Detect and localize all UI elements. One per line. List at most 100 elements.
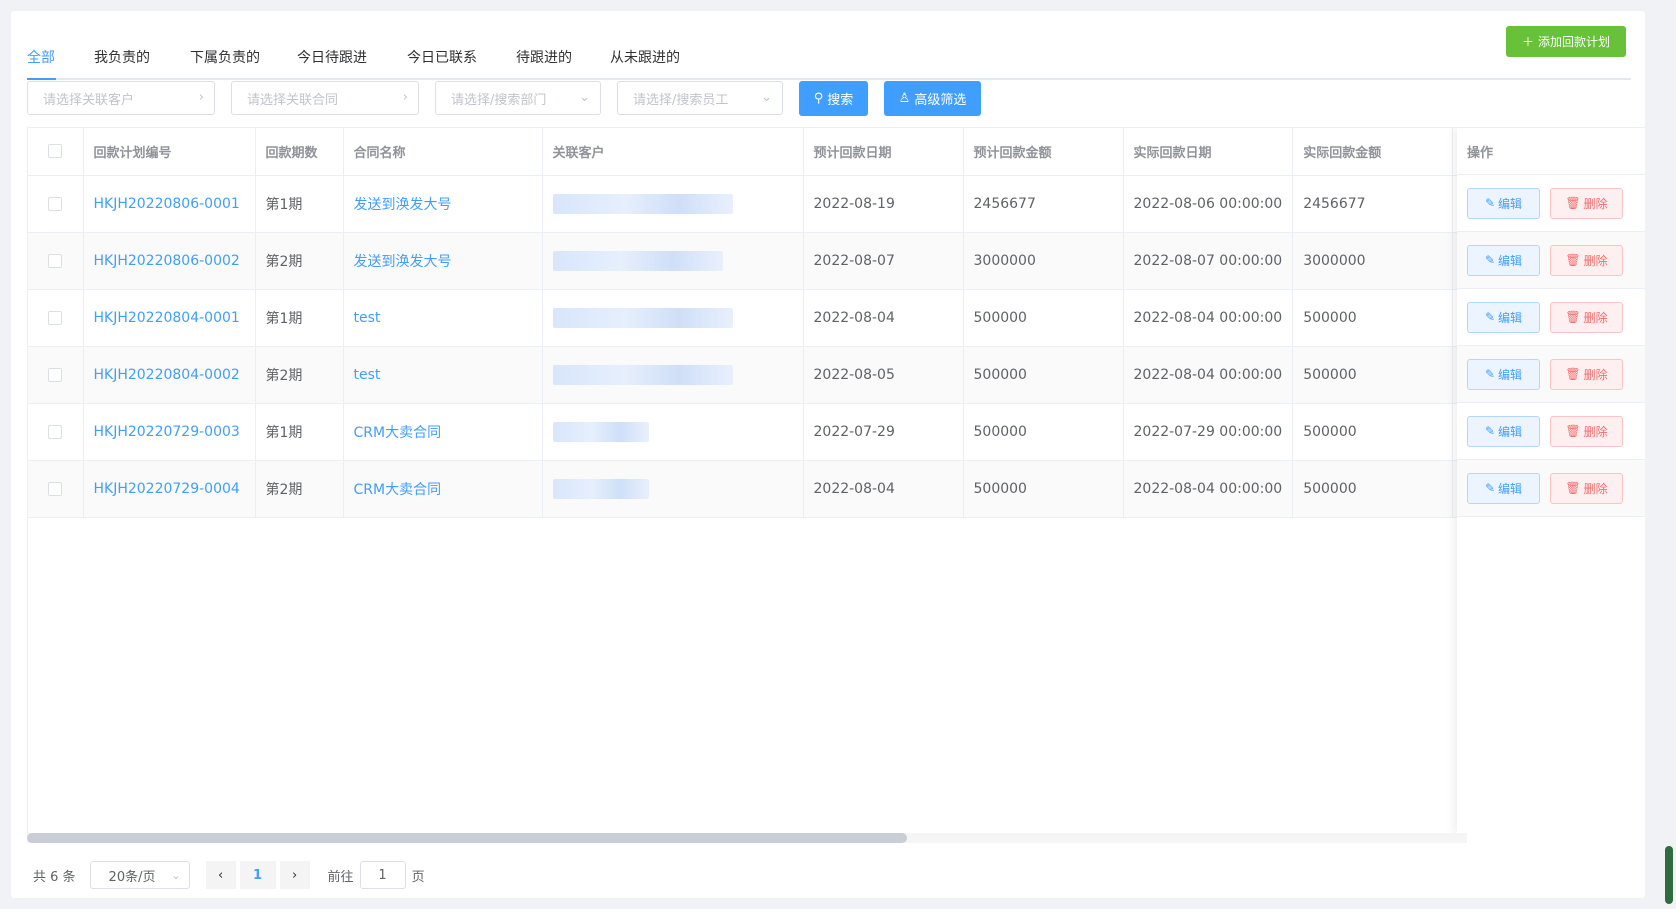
plan-no-link[interactable]: HKJH20220806-0002 [94,253,240,269]
trash-icon: 🗑 [1565,196,1581,210]
actual-amount-cell: 500000 [1292,460,1454,518]
total-count: 共 6 条 [33,869,76,885]
edit-button[interactable]: ✎ 编辑 [1467,415,1540,447]
expected-date-cell: 2022-08-19 [803,175,964,233]
contract-link[interactable]: test [354,310,381,326]
tab-today-pending[interactable]: 今日待跟进 [297,47,367,67]
select-all-checkbox[interactable] [48,144,63,159]
delete-button[interactable]: 🗑 删除 [1550,301,1623,333]
row-checkbox[interactable] [48,367,63,382]
active-tab-indicator [27,78,56,80]
plan-no-link[interactable]: HKJH20220804-0001 [94,310,240,326]
tab-all[interactable]: 全部 [27,47,55,67]
contract-link[interactable]: 发送到涣发大号 [354,197,452,213]
department-select[interactable]: 请选择/搜索部门 ⌄ [435,81,601,115]
contract-cell: 发送到涣发大号 [343,175,543,233]
delete-button[interactable]: 🗑 删除 [1550,244,1623,276]
goto-page-input[interactable]: 1 [359,861,406,889]
column-header[interactable]: 预计回款日期 [803,128,964,176]
contract-link[interactable]: CRM大卖合同 [354,425,442,441]
plan-no-cell: HKJH20220806-0002 [83,232,256,290]
row-select-cell [28,175,84,233]
employee-select-placeholder: 请选择/搜索员工 [633,92,729,108]
horizontal-scrollbar[interactable] [27,833,1467,843]
row-select-cell [28,460,84,518]
tab-today-contacted[interactable]: 今日已联系 [407,47,477,67]
plus-icon: ＋ [1521,35,1534,49]
operation-row: ✎ 编辑 🗑 删除 [1457,289,1645,346]
column-header[interactable]: 实际回款日期 [1123,128,1294,176]
trash-icon: 🗑 [1565,367,1581,381]
row-checkbox[interactable] [48,481,63,496]
delete-button[interactable]: 🗑 删除 [1550,358,1623,390]
row-select-cell [28,289,84,347]
edit-button[interactable]: ✎ 编辑 [1467,358,1540,390]
column-header[interactable]: 预计回款金额 [963,128,1124,176]
add-payment-plan-button[interactable]: ＋ 添加回款计划 [1506,26,1626,57]
prev-page-button[interactable]: ‹ [205,861,236,889]
row-checkbox[interactable] [48,310,63,325]
column-header[interactable]: 回款期数 [255,128,344,176]
plan-no-link[interactable]: HKJH20220729-0004 [94,481,240,497]
edit-icon: ✎ [1484,196,1496,210]
column-header[interactable]: 回款计划编号 [83,128,256,176]
employee-select[interactable]: 请选择/搜索员工 ⌄ [617,81,783,115]
edit-label: 编辑 [1498,310,1523,325]
delete-button[interactable]: 🗑 删除 [1550,472,1623,504]
search-button[interactable]: ⚲ 搜索 [799,81,868,116]
edit-label: 编辑 [1498,367,1523,382]
chevron-down-icon: ⌄ [761,90,772,105]
contract-select[interactable]: 请选择关联合同 › [231,81,419,115]
vertical-scrollbar[interactable] [1665,846,1673,904]
tab-subordinate[interactable]: 下属负责的 [190,47,260,67]
expected-amount-cell: 3000000 [963,232,1124,290]
edit-button[interactable]: ✎ 编辑 [1467,472,1540,504]
actual-amount-cell: 2456677 [1292,175,1454,233]
main-card: 全部 我负责的 下属负责的 今日待跟进 今日已联系 待跟进的 从未跟进的 ＋ 添… [11,11,1645,898]
edit-button[interactable]: ✎ 编辑 [1467,301,1540,333]
customer-select[interactable]: 请选择关联客户 › [27,81,215,115]
edit-icon: ✎ [1484,424,1496,438]
plan-no-cell: HKJH20220804-0001 [83,289,256,347]
edit-button[interactable]: ✎ 编辑 [1467,244,1540,276]
contract-cell: test [343,346,543,404]
column-header[interactable]: 关联客户 [542,128,804,176]
search-button-label: 搜索 [827,93,854,108]
contract-link[interactable]: CRM大卖合同 [354,482,442,498]
redacted-customer [552,307,733,328]
delete-button[interactable]: 🗑 删除 [1550,415,1623,447]
period-cell: 第1期 [255,403,344,461]
user-icon: ♙ [898,91,911,106]
column-header[interactable]: 实际回款金额 [1292,128,1454,176]
row-checkbox[interactable] [48,424,63,439]
column-header[interactable]: 合同名称 [343,128,543,176]
trash-icon: 🗑 [1565,253,1581,267]
edit-button[interactable]: ✎ 编辑 [1467,187,1540,219]
plan-no-link[interactable]: HKJH20220806-0001 [94,196,240,212]
contract-link[interactable]: test [354,367,381,383]
edit-icon: ✎ [1484,481,1496,495]
chevron-down-icon: ⌄ [579,90,590,105]
customer-cell [542,460,804,518]
next-page-button[interactable]: › [279,861,310,889]
advanced-filter-button[interactable]: ♙ 高级筛选 [884,81,981,116]
row-select-cell [28,346,84,404]
page-number[interactable]: 1 [239,861,276,889]
tab-never-followed[interactable]: 从未跟进的 [610,47,680,67]
tab-pending[interactable]: 待跟进的 [516,47,572,67]
tab-mine[interactable]: 我负责的 [94,47,150,67]
operation-row: ✎ 编辑 🗑 删除 [1457,175,1645,232]
expected-amount-cell: 500000 [963,346,1124,404]
contract-link[interactable]: 发送到涣发大号 [354,254,452,270]
row-select-cell [28,232,84,290]
delete-button[interactable]: 🗑 删除 [1550,187,1623,219]
plan-no-link[interactable]: HKJH20220729-0003 [94,424,240,440]
expected-amount-cell: 500000 [963,289,1124,347]
actual-date-cell: 2022-07-29 00:00:00 [1123,403,1294,461]
redacted-customer [552,421,649,442]
plan-no-link[interactable]: HKJH20220804-0002 [94,367,240,383]
scrollbar-thumb[interactable] [27,833,907,843]
row-checkbox[interactable] [48,253,63,268]
page-size-select[interactable]: 20条/页 ⌄ [89,861,190,889]
row-checkbox[interactable] [48,196,63,211]
